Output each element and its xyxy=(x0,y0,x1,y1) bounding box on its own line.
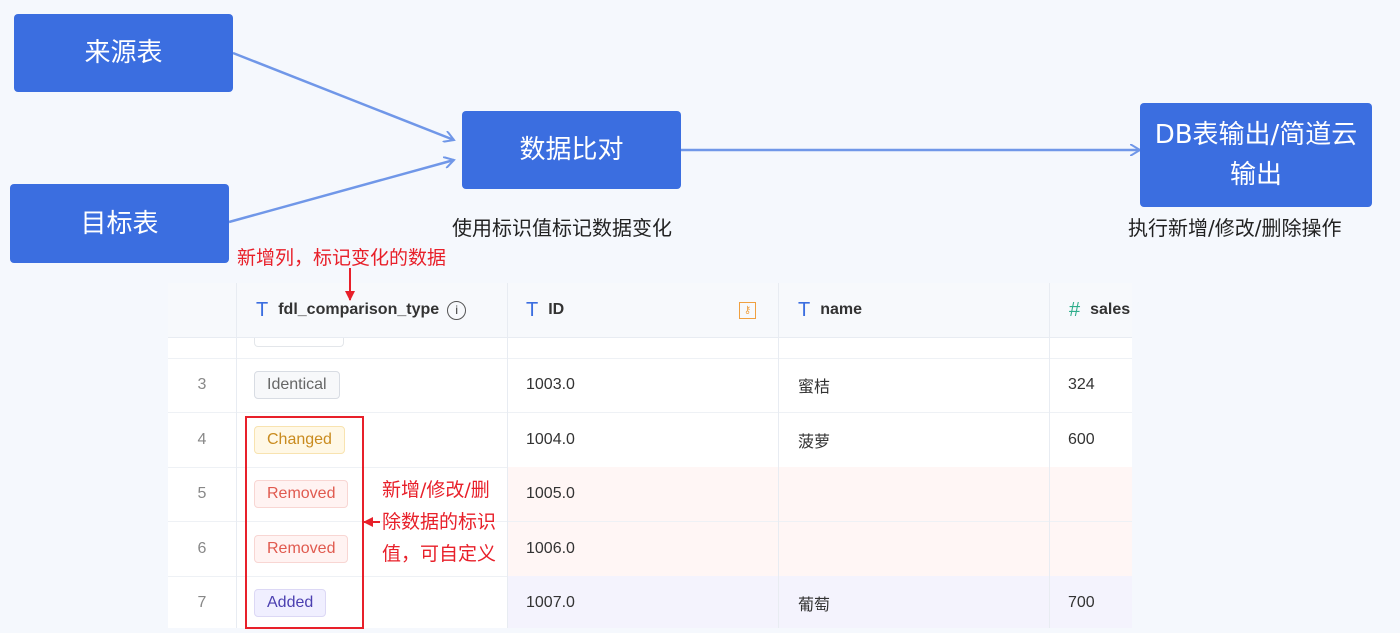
annotation-arrows xyxy=(345,268,380,527)
